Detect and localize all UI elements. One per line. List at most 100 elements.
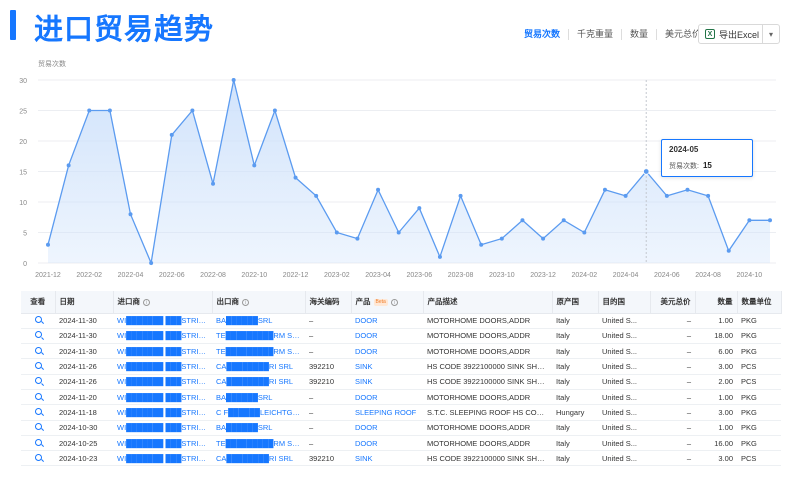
view-cell[interactable] [21,374,55,390]
importer-link[interactable]: WI███████ ███STRIES... [113,358,212,375]
info-icon[interactable]: i [242,298,249,306]
exporter-link[interactable]: TE█████████RM SPA [212,343,305,360]
view-cell[interactable] [21,389,55,406]
data-point [499,236,504,241]
search-icon[interactable] [34,377,42,385]
exporter-link[interactable]: BA██████SRL [212,389,305,406]
exporter-link[interactable]: TE█████████RM SPA [212,435,305,452]
date-cell: 2024-11-30 [55,328,113,345]
table-row: 2024-11-30 WI███████ ███STRIES BA██████SRL… [21,313,781,329]
view-cell[interactable] [21,450,55,467]
export-main[interactable]: X 导出Excel [699,25,763,43]
search-icon[interactable] [34,392,42,400]
col-description[interactable]: 产品描述 [423,291,553,314]
view-cell[interactable] [21,313,55,329]
exporter-link[interactable]: CA████████RI SRL [212,358,305,375]
importer-link[interactable]: WI███████ ███STRIES [113,404,212,421]
data-point [602,187,607,192]
col-hs-code[interactable]: 海关编码 [305,291,352,314]
view-cell[interactable] [21,435,55,452]
search-icon[interactable] [34,362,42,370]
importer-link[interactable]: WI███████ ███STRIES [113,313,212,329]
usd-total-cell: – [650,328,695,345]
description-cell: HS CODE 3922100000 SINK SHOWE [423,450,552,467]
importer-link[interactable]: WI███████ ███STRIES... [113,450,212,467]
importer-link[interactable]: WI███████ ███STRIES [113,374,212,390]
chevron-down-icon[interactable]: ▾ [763,25,779,43]
hs-code-cell: 392210 [305,358,351,375]
destination-cell: United S... [598,358,650,375]
view-cell[interactable] [21,420,55,436]
product-link[interactable]: SINK [351,374,423,390]
view-cell[interactable] [21,404,55,421]
trade-records-table: 查看 日期 进口商 i 出口商 i 海关编码 产品 Beta i 产品描述 原产国 目的… [21,291,782,467]
tooltip-row: 贸易次数: 15 [669,161,745,171]
importer-link[interactable]: WI███████ ███STRIES [113,435,212,452]
product-link[interactable]: SINK [351,358,423,375]
info-icon[interactable]: i [143,298,150,306]
view-cell[interactable] [21,358,55,375]
importer-link[interactable]: WI███████ ███STRIES [113,389,212,406]
col-quantity[interactable]: 数量 [695,291,738,314]
x-tick-label: 2022-12 [283,272,309,279]
y-tick-label: 10 [19,200,27,207]
product-link[interactable]: DOOR [351,328,423,345]
exporter-link[interactable]: TE█████████RM SPA [212,328,305,345]
table-row: 2024-11-26 WI███████ ███STRIES... CA██████… [21,358,781,375]
view-cell[interactable] [21,328,55,345]
tab-trade-count[interactable]: 贸易次数 [520,29,568,40]
search-icon[interactable] [34,316,42,324]
search-icon[interactable] [34,346,42,354]
export-excel-button[interactable]: X 导出Excel ▾ [698,24,780,44]
hs-code-cell: – [305,313,351,329]
product-link[interactable]: DOOR [351,343,423,360]
product-link[interactable]: DOOR [351,313,423,329]
exporter-link[interactable]: BA██████SRL [212,313,305,329]
product-link[interactable]: SINK [351,450,423,467]
table-row: 2024-10-25 WI███████ ███STRIES TE█████████… [21,435,781,452]
importer-link[interactable]: WI███████ ███STRIES [113,420,212,436]
info-icon[interactable]: i [390,298,398,306]
data-point [664,193,669,198]
search-icon[interactable] [34,453,42,461]
product-link[interactable]: DOOR [351,435,423,452]
search-icon[interactable] [34,423,42,431]
y-tick-label: 30 [19,78,27,85]
x-tick-label: 2024-08 [695,272,721,279]
data-point [706,193,711,198]
product-link[interactable]: DOOR [351,389,423,406]
quantity-cell: 3.00 [695,450,737,467]
exporter-link[interactable]: CA████████RI SRL [212,374,305,390]
view-cell[interactable] [21,343,55,360]
usd-total-cell: – [650,404,695,421]
hs-code-cell: – [305,343,351,360]
quantity-cell: 18.00 [695,328,737,345]
origin-cell: Italy [552,389,598,406]
x-tick-label: 2021-12 [35,272,61,279]
exporter-link[interactable]: C F██████LEICHTGU... [212,404,305,421]
unit-cell: PCS [737,450,781,467]
col-product[interactable]: 产品 Beta i [351,291,424,314]
tab-weight-kg[interactable]: 千克重量 [568,28,621,40]
col-unit[interactable]: 数量单位 [737,291,782,314]
description-cell: HS CODE 3922100000 SINK SHOWE [423,358,552,375]
col-date[interactable]: 日期 [55,291,114,314]
unit-cell: PKG [737,404,781,421]
importer-link[interactable]: WI███████ ███STRIES [113,328,212,345]
col-importer[interactable]: 进口商 i [113,291,213,314]
col-destination[interactable]: 目的国 [598,291,651,314]
exporter-link[interactable]: CA████████RI SRL [212,450,305,467]
product-link[interactable]: SLEEPING ROOF [351,404,423,421]
data-point [726,248,731,253]
col-usd-total[interactable]: 美元总价 [650,291,696,314]
search-icon[interactable] [34,438,42,446]
product-link[interactable]: DOOR [351,420,423,436]
exporter-link[interactable]: BA██████SRL [212,420,305,436]
data-point [685,187,690,192]
importer-link[interactable]: WI███████ ███STRIES [113,343,212,360]
search-icon[interactable] [34,331,42,339]
tab-quantity[interactable]: 数量 [621,28,656,40]
col-exporter[interactable]: 出口商 i [212,291,306,314]
search-icon[interactable] [34,407,42,415]
col-origin[interactable]: 原产国 [552,291,599,314]
